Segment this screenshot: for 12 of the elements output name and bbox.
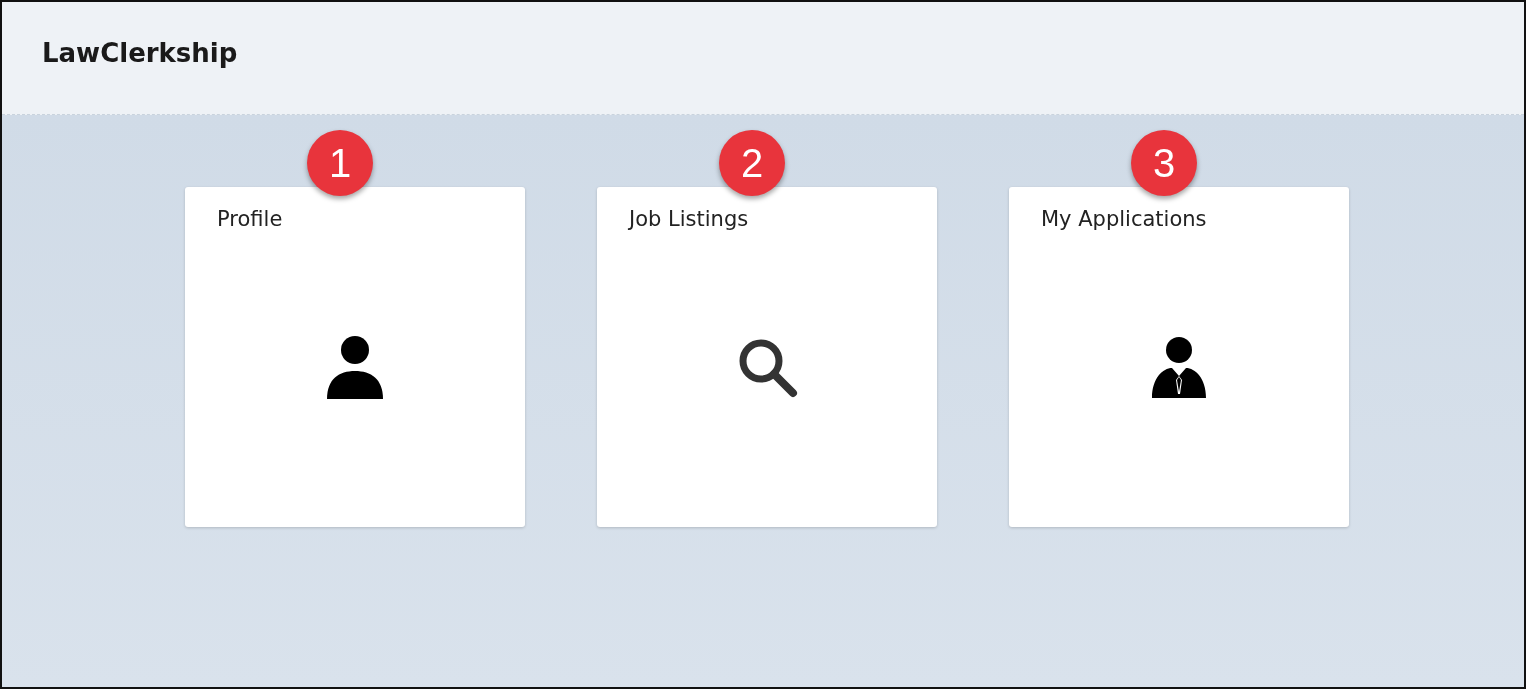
number-badge: 3 bbox=[1131, 130, 1197, 196]
tile-title: My Applications bbox=[1041, 207, 1207, 231]
tile-title: Job Listings bbox=[629, 207, 749, 231]
person-icon bbox=[325, 335, 385, 399]
tile-title: Profile bbox=[217, 207, 283, 231]
number-badge: 2 bbox=[719, 130, 785, 196]
businessman-icon bbox=[1150, 336, 1208, 398]
tile-card[interactable]: Job Listings bbox=[597, 187, 937, 527]
app-title: LawClerkship bbox=[42, 38, 238, 68]
tile-card[interactable]: Profile bbox=[185, 187, 525, 527]
number-badge: 1 bbox=[307, 130, 373, 196]
tile-card[interactable]: My Applications bbox=[1009, 187, 1349, 527]
